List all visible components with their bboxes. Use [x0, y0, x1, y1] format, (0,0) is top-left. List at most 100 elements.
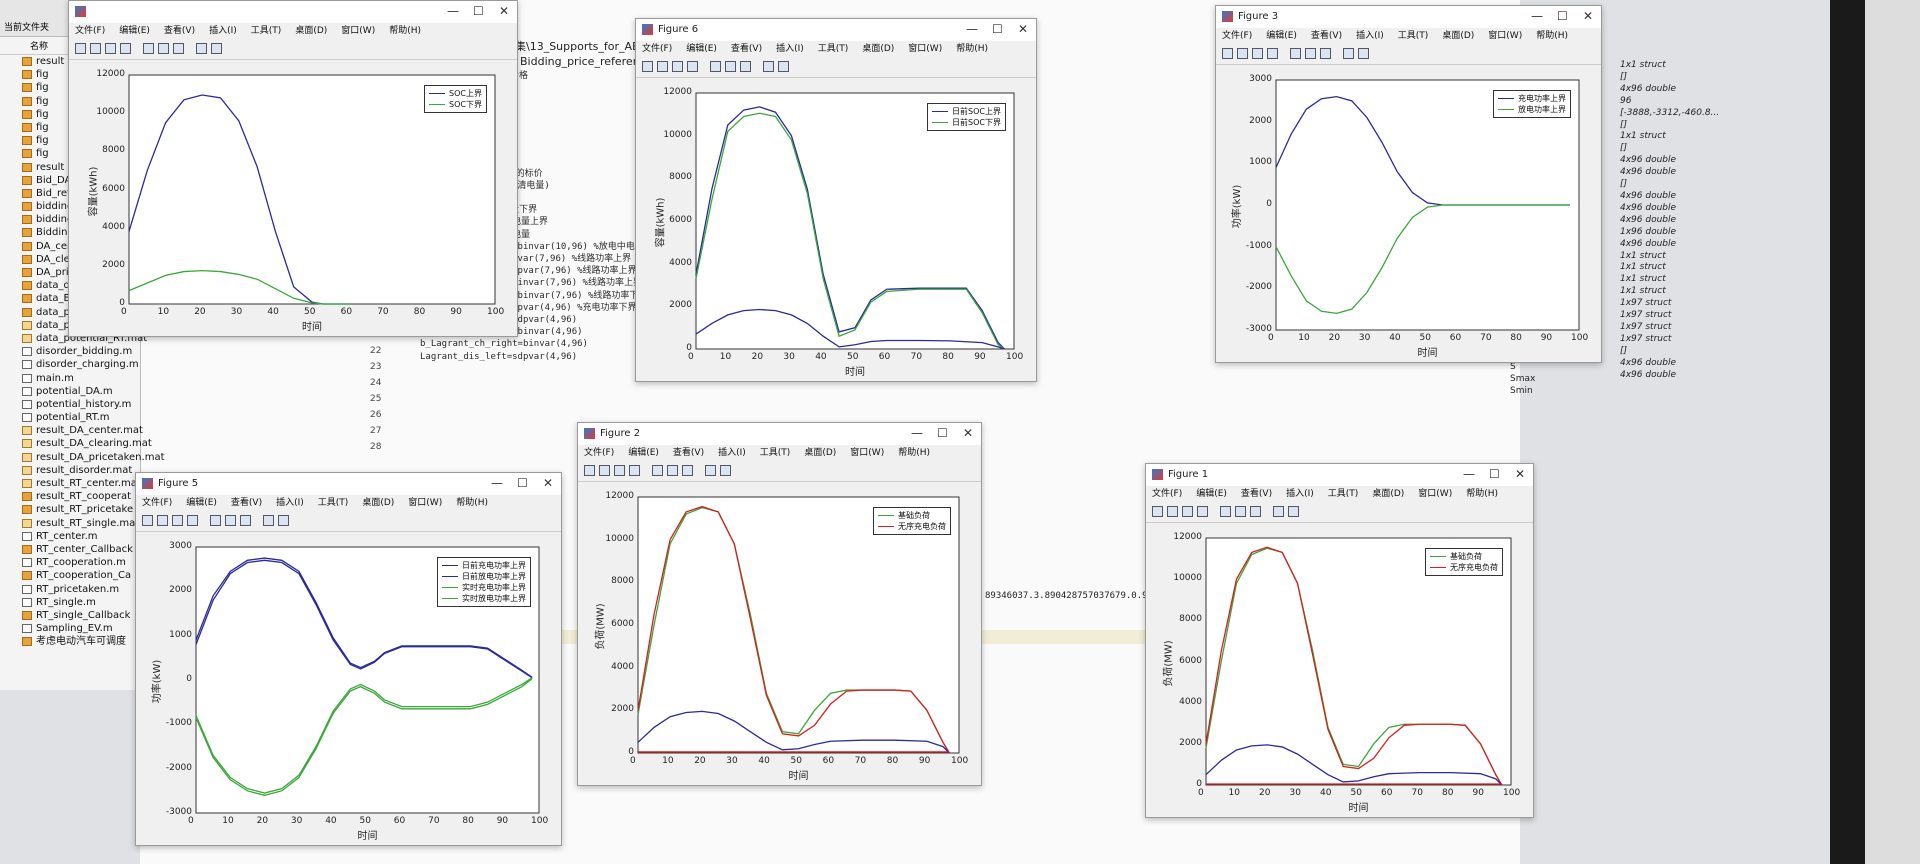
- x-tick-label: 70: [377, 307, 389, 317]
- file-list-item[interactable]: result_RT_center.mat: [0, 477, 141, 490]
- figure-window-5[interactable]: Figure 5— ☐ ✕ 文件(F) 编辑(E) 查看(V) 插入(I) 工具(T) 桌面(D…: [135, 472, 562, 846]
- x-tick-label: 10: [1228, 788, 1240, 798]
- x-tick-label: 80: [942, 352, 954, 362]
- legend-entry: 日前放电功率上界: [442, 571, 526, 582]
- folder-icon: [22, 637, 32, 647]
- file-list-item[interactable]: result_DA_clearing.mat: [0, 437, 152, 450]
- file-list-item[interactable]: 考虑电动汽车可调度: [0, 635, 140, 648]
- x-tick-label: 70: [1411, 788, 1423, 798]
- x-tick-label: 80: [1510, 333, 1522, 343]
- workspace-variable-value: 4x96 double: [1620, 369, 1677, 380]
- file-list-item[interactable]: RT_center.m: [0, 530, 140, 543]
- chart-legend[interactable]: 日前SOC上界 日前SOC下界: [927, 103, 1006, 131]
- file-list-item[interactable]: RT_single_Callback: [0, 609, 140, 622]
- file-list-item[interactable]: RT_single.m: [0, 596, 140, 609]
- figure-window-3[interactable]: Figure 3— ☐ ✕ 文件(F) 编辑(E) 查看(V) 插入(I) 工具(T) 桌面(D…: [1215, 5, 1602, 363]
- file-list-item[interactable]: result_RT_cooperat: [0, 490, 140, 503]
- legend-label: SOC上界: [449, 89, 482, 98]
- file-icon: [22, 531, 32, 541]
- figure-axes[interactable]: [578, 423, 981, 785]
- legend-swatch: [442, 576, 458, 577]
- chart-legend[interactable]: SOC上界 SOC下界: [424, 85, 487, 113]
- legend-swatch: [932, 111, 949, 112]
- workspace-values: 1x1 struct[] 4x96 double 96 [-3888,-3312,-4…: [1620, 60, 1740, 381]
- chart-legend[interactable]: 基础负荷 无序充电负荷: [873, 507, 951, 535]
- file-icon: [22, 413, 32, 423]
- legend-label: 实时放电功率上界: [462, 594, 526, 603]
- y-axis-label: 负荷(MW): [1163, 639, 1175, 687]
- x-tick-label: 50: [1419, 333, 1431, 343]
- workspace-variable-value: []: [1620, 143, 1628, 154]
- figure-axes[interactable]: [1146, 464, 1533, 817]
- y-tick-label: 0: [186, 674, 192, 684]
- file-name: potential_RT.m: [36, 412, 110, 424]
- file-list-item[interactable]: main.m: [0, 372, 140, 385]
- x-tick-label: 100: [487, 307, 505, 317]
- file-list-item[interactable]: Sampling_EV.m: [0, 622, 140, 635]
- file-list-item[interactable]: disorder_charging.m: [0, 358, 140, 371]
- chart-legend[interactable]: 基础负荷 无序充电负荷: [1425, 548, 1503, 576]
- file-list-item[interactable]: RT_center_Callback: [0, 543, 140, 556]
- file-list-item[interactable]: disorder_bidding.m: [0, 345, 140, 358]
- y-tick-label: 0: [1266, 199, 1272, 209]
- y-tick-label: 10000: [96, 107, 125, 118]
- y-tick-label: 12000: [96, 69, 125, 79]
- chart-legend[interactable]: 日前充电功率上界 日前放电功率上界 实时充电功率上界 实时放电功率上界: [437, 557, 531, 607]
- file-icon: [22, 320, 32, 330]
- x-tick-label: 20: [1259, 788, 1271, 798]
- file-list-item[interactable]: RT_cooperation_Ca: [0, 569, 140, 582]
- folder-icon: [22, 254, 32, 264]
- x-tick-label: 60: [393, 816, 406, 826]
- file-name: 考虑电动汽车可调度: [36, 636, 126, 648]
- workspace-variable-value: 4x96 double: [1620, 202, 1677, 213]
- workspace-variable-name[interactable]: S: [1510, 362, 1620, 374]
- legend-entry: 日前SOC下界: [932, 117, 1001, 128]
- file-list-item[interactable]: RT_cooperation.m: [0, 556, 140, 569]
- file-list-item[interactable]: result_DA_pricetaken.mat: [0, 451, 165, 464]
- legend-swatch: [878, 526, 894, 527]
- file-list-item[interactable]: result_disorder.mat: [0, 464, 140, 477]
- figure-axes[interactable]: [636, 19, 1036, 381]
- file-list-item[interactable]: result_RT_single.mat: [0, 517, 140, 530]
- file-icon: [22, 439, 32, 449]
- chart-legend[interactable]: 充电功率上界 放电功率上界: [1493, 90, 1571, 118]
- file-list-item[interactable]: potential_history.m: [0, 398, 140, 411]
- y-tick-label: 12000: [1173, 532, 1202, 542]
- file-icon: [22, 333, 32, 343]
- x-axis-label: 时间: [1417, 348, 1438, 359]
- legend-label: 无序充电负荷: [898, 522, 946, 531]
- file-name: RT_cooperation_Ca: [36, 570, 132, 582]
- x-tick-label: 80: [886, 756, 899, 766]
- figure-window-2[interactable]: Figure 2— ☐ ✕ 文件(F) 编辑(E) 查看(V) 插入(I) 工具(T) 桌面(D…: [577, 422, 982, 786]
- figure-window-soc[interactable]: — ☐ ✕ 文件(F) 编辑(E) 查看(V) 插入(I) 工具(T) 桌面(D) 窗口(W) 帮助…: [68, 0, 518, 337]
- file-list-item[interactable]: result_RT_pricetake: [0, 503, 140, 516]
- file-name: result: [36, 56, 65, 67]
- file-name: RT_cooperation.m: [36, 557, 126, 569]
- file-name: fig: [36, 69, 49, 81]
- file-list-item[interactable]: RT_pricetaken.m: [0, 583, 140, 596]
- file-name: fig: [36, 121, 49, 133]
- figure-axes[interactable]: [69, 1, 517, 336]
- x-tick-label: 40: [758, 756, 770, 766]
- workspace-variable-name[interactable]: Smax: [1510, 374, 1620, 386]
- x-tick-label: 90: [450, 307, 462, 317]
- folder-icon: [22, 83, 32, 93]
- workspace-variable-name[interactable]: Smin: [1510, 386, 1620, 398]
- y-tick-label: 3000: [169, 541, 192, 551]
- y-tick-label: 0: [686, 343, 692, 353]
- file-list-item[interactable]: potential_RT.m: [0, 411, 140, 424]
- folder-icon: [22, 162, 32, 172]
- legend-swatch: [1498, 109, 1514, 110]
- figure-window-6[interactable]: Figure 6— ☐ ✕ 文件(F) 编辑(E) 查看(V) 插入(I) 工具(T) 桌面(D…: [635, 18, 1037, 382]
- figure-window-1[interactable]: Figure 1— ☐ ✕ 文件(F) 编辑(E) 查看(V) 插入(I) 工具(T) 桌面(D…: [1145, 463, 1534, 818]
- x-tick-label: 70: [428, 816, 440, 826]
- figure-axes[interactable]: [136, 473, 561, 845]
- folder-icon: [22, 149, 32, 159]
- folder-icon: [22, 136, 32, 146]
- folder-icon: [22, 215, 32, 225]
- y-tick-label: -2000: [165, 762, 192, 773]
- figure-axes[interactable]: [1216, 6, 1601, 362]
- y-tick-label: 0: [1196, 779, 1202, 789]
- file-list-item[interactable]: potential_DA.m: [0, 385, 140, 398]
- file-list-item[interactable]: result_DA_center.mat: [0, 424, 143, 437]
